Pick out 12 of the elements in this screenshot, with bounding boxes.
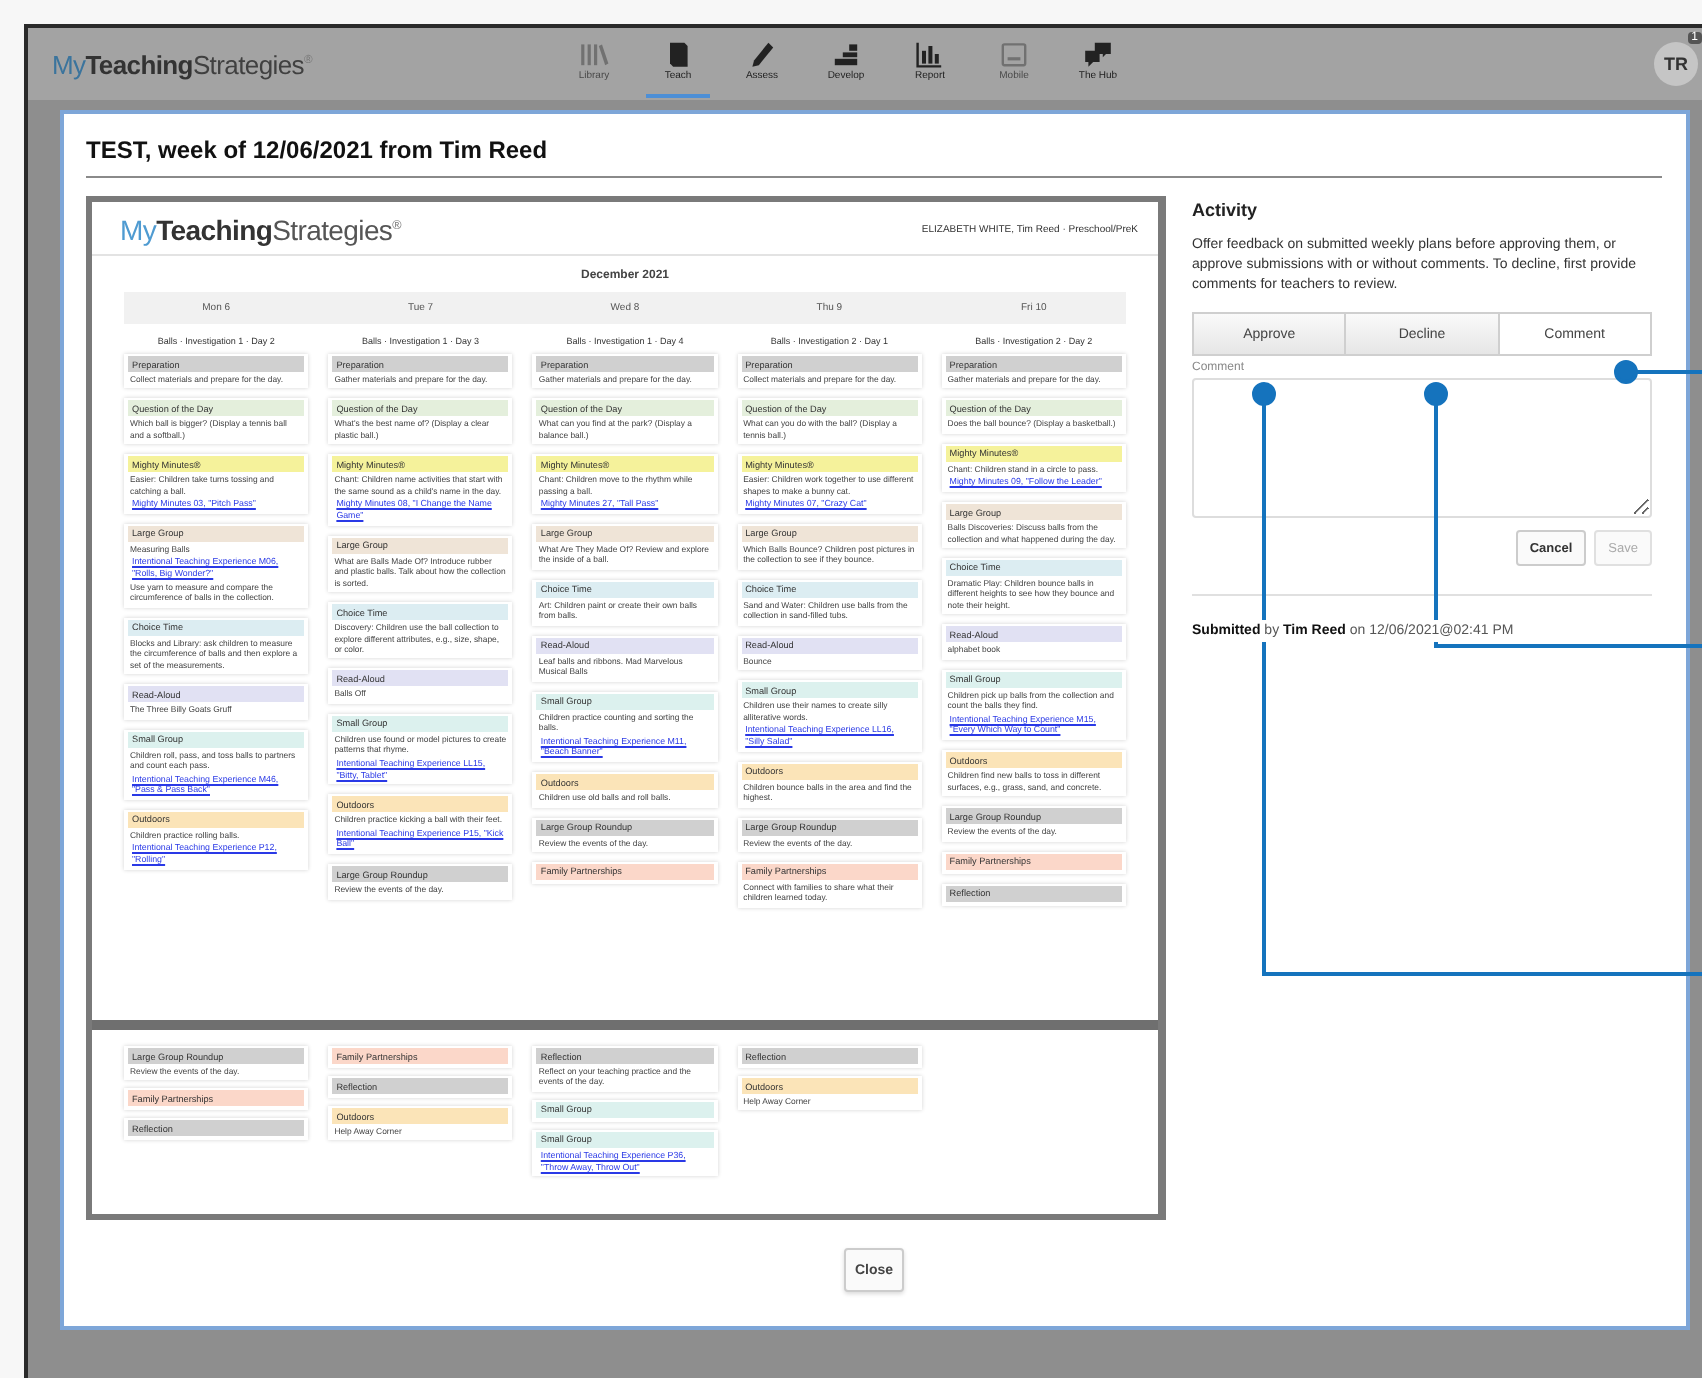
logo: MyTeachingStrategies$^{®}$ — [120, 214, 401, 246]
books-icon — [578, 38, 610, 70]
avatar[interactable]: TR — [1654, 42, 1698, 86]
steps-chart-icon — [830, 38, 862, 70]
chat-bubbles-icon — [1082, 38, 1114, 70]
logo: MyTeachingStrategies$^{®}$ — [52, 49, 312, 79]
pencil-icon — [746, 38, 778, 70]
modal-title: TEST, week of 12/06/2021 from Tim Reed — [86, 126, 1662, 178]
comment-field[interactable] — [1192, 378, 1652, 519]
panel-heading: Activity — [1192, 200, 1260, 220]
screen-icon — [998, 38, 1030, 70]
bar-chart-icon — [914, 38, 946, 70]
